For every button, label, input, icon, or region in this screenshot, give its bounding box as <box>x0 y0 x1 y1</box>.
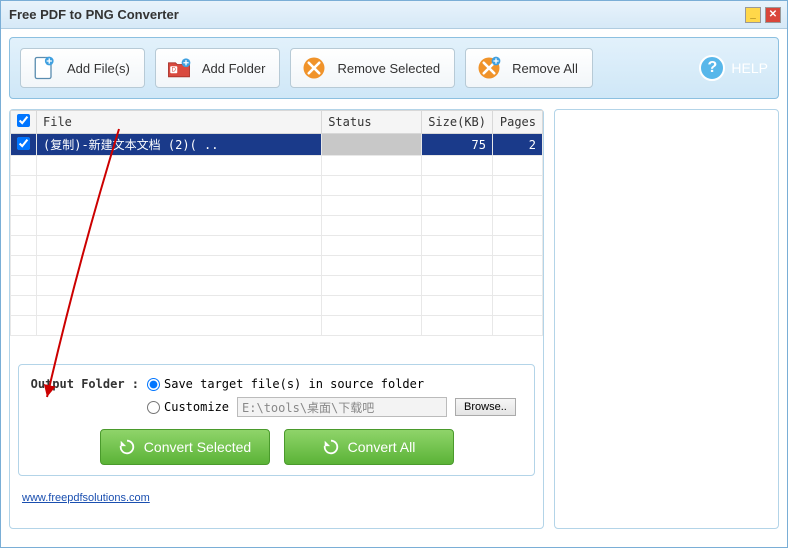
refresh-icon <box>118 438 136 456</box>
table-row <box>11 236 543 256</box>
table-row <box>11 256 543 276</box>
folder-plus-icon: D <box>164 53 194 83</box>
customize-path-input[interactable] <box>237 397 447 417</box>
convert-selected-label: Convert Selected <box>144 439 251 455</box>
header-pages[interactable]: Pages <box>493 111 543 134</box>
header-check[interactable] <box>11 111 37 134</box>
convert-all-label: Convert All <box>348 439 416 455</box>
radio-source-folder[interactable]: Save target file(s) in source folder <box>147 377 424 391</box>
file-table-area: File Status Size(KB) Pages (复制)-新建文本文档 (… <box>10 110 543 356</box>
output-panel: Output Folder : Save target file(s) in s… <box>18 364 535 476</box>
remove-all-button[interactable]: Remove All <box>465 48 593 88</box>
remove-selected-label: Remove Selected <box>337 61 440 76</box>
table-row <box>11 196 543 216</box>
radio-customize[interactable]: Customize <box>147 400 229 414</box>
file-table: File Status Size(KB) Pages (复制)-新建文本文档 (… <box>10 110 543 336</box>
footer: www.freepdfsolutions.com <box>10 484 543 510</box>
help-button[interactable]: ? HELP <box>699 55 768 81</box>
output-folder-label: Output Folder : <box>29 377 139 391</box>
titlebar: Free PDF to PNG Converter _ ✕ <box>1 1 787 29</box>
header-size[interactable]: Size(KB) <box>422 111 493 134</box>
website-link[interactable]: www.freepdfsolutions.com <box>22 492 150 504</box>
table-row <box>11 216 543 236</box>
svg-text:D: D <box>171 67 176 74</box>
header-file[interactable]: File <box>37 111 322 134</box>
add-folder-button[interactable]: D Add Folder <box>155 48 281 88</box>
cell-pages: 2 <box>493 134 543 156</box>
add-folder-label: Add Folder <box>202 61 266 76</box>
browse-button[interactable]: Browse.. <box>455 398 516 416</box>
document-plus-icon <box>29 53 59 83</box>
radio-source-input[interactable] <box>147 378 160 391</box>
table-row <box>11 276 543 296</box>
cell-status <box>322 134 422 156</box>
convert-all-button[interactable]: Convert All <box>284 429 454 465</box>
table-row <box>11 316 543 336</box>
table-row[interactable]: (复制)-新建文本文档 (2)( .. 75 2 <box>11 134 543 156</box>
help-label: HELP <box>731 60 768 76</box>
main-row: File Status Size(KB) Pages (复制)-新建文本文档 (… <box>9 109 779 529</box>
remove-selected-button[interactable]: Remove Selected <box>290 48 455 88</box>
content-area: Add File(s) D Add Folder Remove Selected… <box>1 29 787 537</box>
remove-icon <box>299 53 329 83</box>
radio-customize-input[interactable] <box>147 401 160 414</box>
file-list-panel: File Status Size(KB) Pages (复制)-新建文本文档 (… <box>9 109 544 529</box>
table-row <box>11 296 543 316</box>
select-all-checkbox[interactable] <box>17 114 30 127</box>
preview-panel <box>554 109 779 529</box>
header-status[interactable]: Status <box>322 111 422 134</box>
row-checkbox[interactable] <box>17 137 30 150</box>
radio-customize-label: Customize <box>164 400 229 414</box>
minimize-button[interactable]: _ <box>745 7 761 23</box>
close-button[interactable]: ✕ <box>765 7 781 23</box>
convert-selected-button[interactable]: Convert Selected <box>100 429 270 465</box>
remove-all-icon <box>474 53 504 83</box>
refresh-icon <box>322 438 340 456</box>
table-row <box>11 176 543 196</box>
remove-all-label: Remove All <box>512 61 578 76</box>
add-files-button[interactable]: Add File(s) <box>20 48 145 88</box>
toolbar: Add File(s) D Add Folder Remove Selected… <box>9 37 779 99</box>
table-row <box>11 156 543 176</box>
add-files-label: Add File(s) <box>67 61 130 76</box>
radio-source-label: Save target file(s) in source folder <box>164 377 424 391</box>
cell-size: 75 <box>422 134 493 156</box>
window-title: Free PDF to PNG Converter <box>9 7 741 22</box>
help-icon: ? <box>699 55 725 81</box>
cell-file: (复制)-新建文本文档 (2)( .. <box>37 134 322 156</box>
app-window: Free PDF to PNG Converter _ ✕ Add File(s… <box>0 0 788 548</box>
